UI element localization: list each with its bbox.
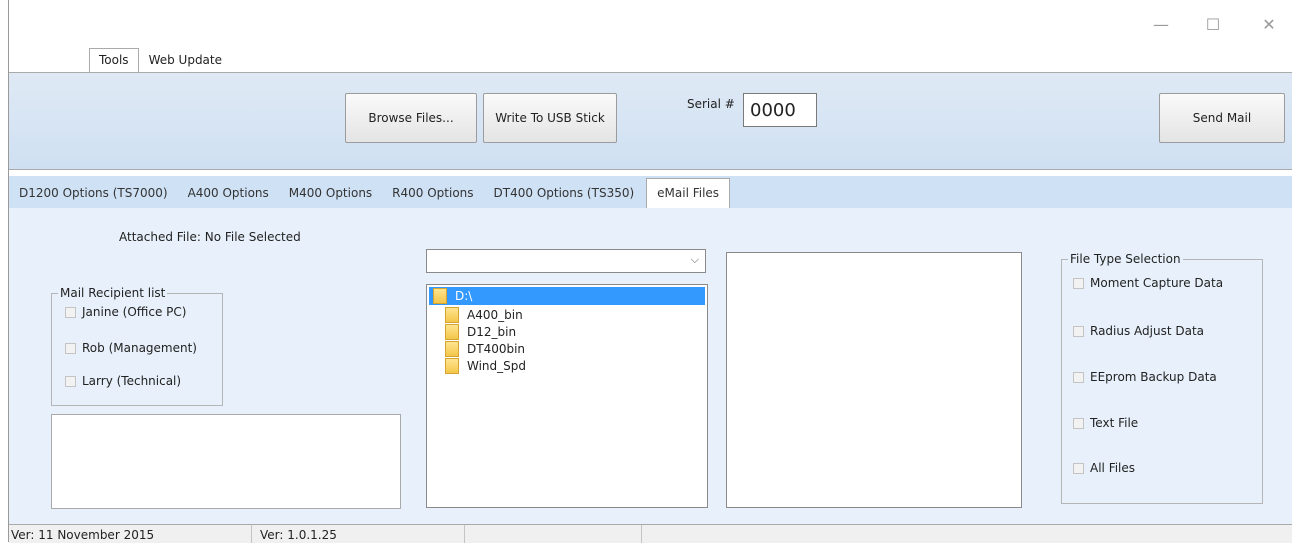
minimize-button[interactable]: — (1143, 10, 1179, 38)
recipient-janine-checkbox[interactable]: Janine (Office PC) (65, 305, 186, 319)
folder-icon (445, 341, 459, 357)
checkbox-icon (65, 375, 76, 387)
folder-icon (445, 307, 459, 323)
checkbox-icon (1073, 417, 1084, 429)
send-mail-button[interactable]: Send Mail (1159, 93, 1285, 143)
checkbox-icon (1073, 371, 1084, 383)
filetype-text-checkbox[interactable]: Text File (1073, 416, 1138, 430)
filetype-radius-label: Radius Adjust Data (1090, 324, 1205, 338)
email-files-panel: Attached File: No File Selected Mail Rec… (9, 208, 1292, 524)
folder-icon (445, 358, 459, 374)
app-window: — ☐ ✕ Tools Web Update Browse Files... W… (8, 0, 1292, 543)
mail-recipient-legend: Mail Recipient list (60, 286, 166, 300)
directory-label: A400_bin (467, 308, 523, 322)
recipient-rob-label: Rob (Management) (82, 341, 197, 355)
attached-file-label: Attached File: No File Selected (119, 230, 301, 244)
tab-dt400-options[interactable]: DT400 Options (TS350) (484, 186, 645, 208)
minimize-icon: — (1153, 14, 1169, 34)
checkbox-icon (65, 306, 76, 318)
top-tab-strip: Tools Web Update (89, 48, 232, 72)
checkbox-icon (1073, 462, 1084, 474)
toolbar: Browse Files... Write To USB Stick Seria… (9, 72, 1292, 170)
maximize-button[interactable]: ☐ (1195, 10, 1231, 38)
status-build-version: Ver: 1.0.1.25 (252, 525, 465, 543)
filetype-eeprom-label: EEprom Backup Data (1090, 370, 1217, 384)
tab-a400-options[interactable]: A400 Options (178, 186, 279, 208)
chevron-down-icon: ⌵ (690, 253, 699, 266)
checkbox-icon (65, 342, 76, 354)
filetype-moment-checkbox[interactable]: Moment Capture Data (1073, 276, 1223, 290)
directory-label: Wind_Spd (467, 359, 527, 373)
directory-item-dt400bin[interactable]: DT400bin (445, 341, 525, 357)
filetype-radius-checkbox[interactable]: Radius Adjust Data (1073, 324, 1204, 338)
folder-icon (445, 324, 459, 340)
file-list[interactable] (726, 252, 1022, 508)
drive-combo[interactable]: ⌵ (426, 249, 706, 273)
filetype-moment-label: Moment Capture Data (1090, 276, 1224, 290)
maximize-icon: ☐ (1205, 14, 1221, 34)
write-usb-button[interactable]: Write To USB Stick (483, 93, 617, 143)
browse-files-button[interactable]: Browse Files... (345, 93, 477, 143)
message-textbox[interactable] (51, 414, 401, 509)
serial-label: Serial # (687, 97, 735, 111)
directory-item-d12-bin[interactable]: D12_bin (445, 324, 516, 340)
recipient-larry-label: Larry (Technical) (82, 374, 182, 388)
recipient-janine-label: Janine (Office PC) (82, 305, 187, 319)
status-empty-panel (465, 525, 642, 543)
close-icon: ✕ (1262, 14, 1276, 34)
directory-label: D12_bin (467, 325, 517, 339)
tab-web-update[interactable]: Web Update (139, 48, 232, 72)
tab-tools[interactable]: Tools (89, 48, 139, 72)
directory-item-wind-spd[interactable]: Wind_Spd (445, 358, 526, 374)
checkbox-icon (1073, 325, 1084, 337)
folder-open-icon (433, 288, 447, 304)
tab-email-files[interactable]: eMail Files (646, 178, 731, 208)
filetype-text-label: Text File (1090, 416, 1139, 430)
serial-field[interactable]: 0000 (743, 93, 817, 127)
recipient-larry-checkbox[interactable]: Larry (Technical) (65, 374, 181, 388)
directory-list[interactable]: D:\ A400_bin D12_bin DT400bin Wind_Spd (426, 284, 708, 508)
directory-label: DT400bin (467, 342, 526, 356)
recipient-rob-checkbox[interactable]: Rob (Management) (65, 341, 197, 355)
file-type-legend: File Type Selection (1070, 252, 1181, 266)
tab-m400-options[interactable]: M400 Options (279, 186, 382, 208)
status-bar: Ver: 11 November 2015 Ver: 1.0.1.25 (9, 524, 1292, 543)
tab-d1200-options[interactable]: D1200 Options (TS7000) (9, 186, 178, 208)
checkbox-icon (1073, 277, 1084, 289)
tab-r400-options[interactable]: R400 Options (382, 186, 483, 208)
options-tab-strip: D1200 Options (TS7000) A400 Options M400… (9, 176, 1292, 209)
filetype-all-label: All Files (1090, 461, 1136, 475)
directory-label: D:\ (455, 289, 473, 303)
filetype-eeprom-checkbox[interactable]: EEprom Backup Data (1073, 370, 1217, 384)
directory-item-d-root[interactable]: D:\ (429, 287, 705, 305)
status-date-version: Ver: 11 November 2015 (9, 525, 252, 543)
directory-item-a400-bin[interactable]: A400_bin (445, 307, 523, 323)
close-button[interactable]: ✕ (1251, 10, 1287, 38)
filetype-all-checkbox[interactable]: All Files (1073, 461, 1135, 475)
